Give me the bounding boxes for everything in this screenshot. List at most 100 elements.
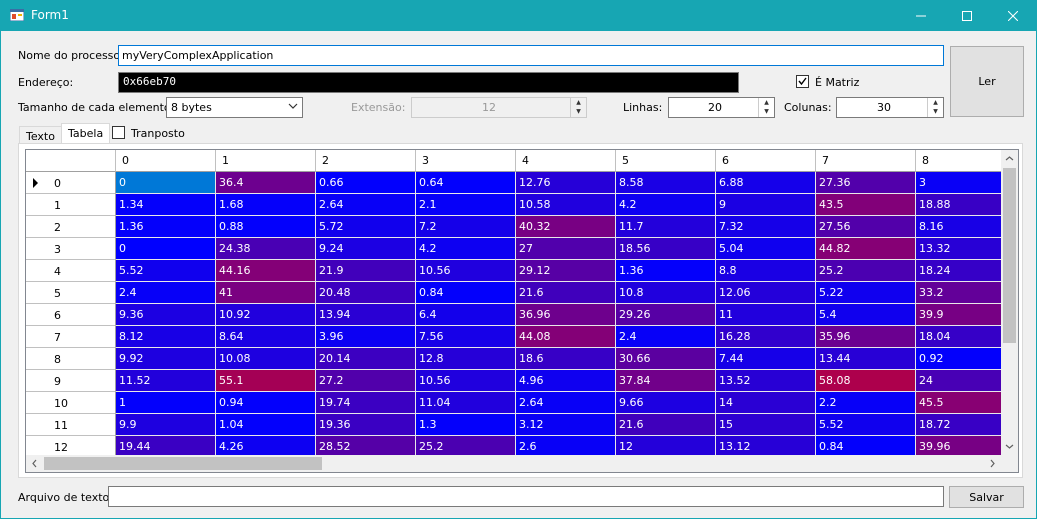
table-cell[interactable]: 3.12: [516, 414, 616, 436]
table-cell[interactable]: 44.08: [516, 326, 616, 348]
table-cell[interactable]: 6.4: [416, 304, 516, 326]
table-cell[interactable]: 2.4: [616, 326, 716, 348]
table-row[interactable]: 2 1.36 0.88 5.72 7.2 40.32 11.7 7.32 27.56 8.16: [26, 216, 1016, 238]
table-cell[interactable]: 9: [716, 194, 816, 216]
table-cell[interactable]: 41: [216, 282, 316, 304]
row-header[interactable]: 5: [26, 282, 116, 304]
table-row[interactable]: 8 9.92 10.08 20.14 12.8 18.6 30.66 7.44 13.44 0.9…: [26, 348, 1016, 370]
table-cell[interactable]: 9.9: [116, 414, 216, 436]
table-row[interactable]: 6 9.36 10.92 13.94 6.4 36.96 29.26 11 5.4 39.9: [26, 304, 1016, 326]
table-cell[interactable]: 2.64: [516, 392, 616, 414]
table-cell[interactable]: 11: [716, 304, 816, 326]
row-header[interactable]: 7: [26, 326, 116, 348]
cols-spinner[interactable]: 30 ▲ ▼: [836, 97, 944, 118]
row-header[interactable]: 9: [26, 370, 116, 392]
table-cell[interactable]: 0.88: [216, 216, 316, 238]
table-cell[interactable]: 27: [516, 238, 616, 260]
table-cell[interactable]: 0.66: [316, 172, 416, 194]
table-row[interactable]: 4 5.52 44.16 21.9 10.56 29.12 1.36 8.8 25.2 18.24: [26, 260, 1016, 282]
table-cell[interactable]: 10.92: [216, 304, 316, 326]
table-cell[interactable]: 7.56: [416, 326, 516, 348]
row-header[interactable]: 0: [26, 172, 116, 194]
table-cell[interactable]: 36.96: [516, 304, 616, 326]
transposed-checkbox[interactable]: [112, 126, 125, 139]
table-cell[interactable]: 12.06: [716, 282, 816, 304]
table-cell[interactable]: 19.36: [316, 414, 416, 436]
lines-spinner-arrows[interactable]: ▲ ▼: [758, 98, 774, 117]
table-cell[interactable]: 10.8: [616, 282, 716, 304]
table-cell[interactable]: 0.94: [216, 392, 316, 414]
row-header[interactable]: 3: [26, 238, 116, 260]
horizontal-scrollbar[interactable]: [26, 455, 1003, 472]
table-cell[interactable]: 13.44: [816, 348, 916, 370]
table-cell[interactable]: 21.6: [516, 282, 616, 304]
table-cell[interactable]: 27.36: [816, 172, 916, 194]
table-cell[interactable]: 10.56: [416, 260, 516, 282]
lines-spinner[interactable]: 20 ▲ ▼: [668, 97, 775, 118]
table-cell[interactable]: 40.32: [516, 216, 616, 238]
table-cell[interactable]: 11.7: [616, 216, 716, 238]
table-row[interactable]: 5 2.4 41 20.48 0.84 21.6 10.8 12.06 5.22 33.2: [26, 282, 1016, 304]
table-cell[interactable]: 1.68: [216, 194, 316, 216]
table-cell[interactable]: 1.04: [216, 414, 316, 436]
table-cell[interactable]: 10.58: [516, 194, 616, 216]
close-button[interactable]: [990, 1, 1036, 31]
table-cell[interactable]: 20.14: [316, 348, 416, 370]
table-row[interactable]: 7 8.12 8.64 3.96 7.56 44.08 2.4 16.28 35.96 18.04: [26, 326, 1016, 348]
row-header[interactable]: 10: [26, 392, 116, 414]
table-cell[interactable]: 4.96: [516, 370, 616, 392]
table-cell[interactable]: 11.52: [116, 370, 216, 392]
table-cell[interactable]: 2.4: [116, 282, 216, 304]
table-cell[interactable]: 30.66: [616, 348, 716, 370]
table-cell[interactable]: 55.1: [216, 370, 316, 392]
table-cell[interactable]: 10.56: [416, 370, 516, 392]
table-cell[interactable]: 44.82: [816, 238, 916, 260]
table-cell[interactable]: 20.48: [316, 282, 416, 304]
table-cell[interactable]: 21.6: [616, 414, 716, 436]
data-grid[interactable]: 0 1 2 3 4 5 6 7 8 0 0 36.4 0.66 0.64 12.76 8.58 6.88 27.3…: [25, 149, 1019, 473]
read-button[interactable]: Ler: [950, 46, 1024, 117]
table-cell[interactable]: 1: [116, 392, 216, 414]
table-cell[interactable]: 13.52: [716, 370, 816, 392]
table-cell[interactable]: 8.64: [216, 326, 316, 348]
table-cell[interactable]: 9.92: [116, 348, 216, 370]
table-cell[interactable]: 3.96: [316, 326, 416, 348]
table-cell[interactable]: 14: [716, 392, 816, 414]
table-cell[interactable]: 2.64: [316, 194, 416, 216]
table-cell[interactable]: 0.64: [416, 172, 516, 194]
vertical-scrollbar[interactable]: [1001, 150, 1018, 455]
table-cell[interactable]: 9.66: [616, 392, 716, 414]
table-cell[interactable]: 19.74: [316, 392, 416, 414]
table-cell[interactable]: 24.38: [216, 238, 316, 260]
table-cell[interactable]: 1.36: [116, 216, 216, 238]
address-input[interactable]: 0x66eb70: [118, 72, 739, 93]
column-header[interactable]: 7: [816, 150, 916, 172]
table-cell[interactable]: 15: [716, 414, 816, 436]
file-input[interactable]: [108, 486, 944, 507]
table-cell[interactable]: 44.16: [216, 260, 316, 282]
table-cell[interactable]: 5.04: [716, 238, 816, 260]
minimize-button[interactable]: [898, 1, 944, 31]
table-cell[interactable]: 2.2: [816, 392, 916, 414]
table-cell[interactable]: 21.9: [316, 260, 416, 282]
cols-spinner-arrows[interactable]: ▲ ▼: [927, 98, 943, 117]
row-header[interactable]: 6: [26, 304, 116, 326]
column-header[interactable]: 1: [216, 150, 316, 172]
table-row[interactable]: 0 0 36.4 0.66 0.64 12.76 8.58 6.88 27.36 3: [26, 172, 1016, 194]
table-cell[interactable]: 0: [116, 172, 216, 194]
process-input[interactable]: myVeryComplexApplication: [118, 45, 944, 66]
table-cell[interactable]: 58.08: [816, 370, 916, 392]
table-cell[interactable]: 9.36: [116, 304, 216, 326]
column-header[interactable]: 4: [516, 150, 616, 172]
column-header[interactable]: 3: [416, 150, 516, 172]
table-cell[interactable]: 29.26: [616, 304, 716, 326]
grid-corner-header[interactable]: [26, 150, 116, 172]
table-cell[interactable]: 8.58: [616, 172, 716, 194]
table-cell[interactable]: 5.52: [116, 260, 216, 282]
table-cell[interactable]: 8.12: [116, 326, 216, 348]
table-cell[interactable]: 16.28: [716, 326, 816, 348]
table-cell[interactable]: 5.22: [816, 282, 916, 304]
table-cell[interactable]: 6.88: [716, 172, 816, 194]
table-cell[interactable]: 36.4: [216, 172, 316, 194]
table-cell[interactable]: 18.56: [616, 238, 716, 260]
